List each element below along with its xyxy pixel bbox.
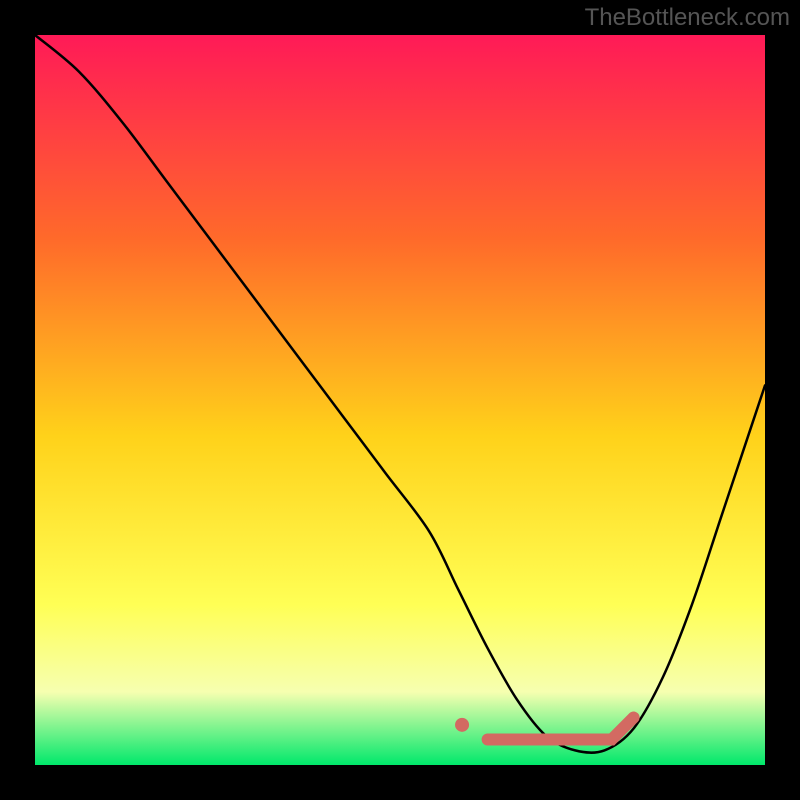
plot-area	[35, 35, 765, 765]
bottleneck-chart: TheBottleneck.com	[0, 0, 800, 800]
chart-svg	[0, 0, 800, 800]
current-point-marker	[455, 718, 469, 732]
watermark-text: TheBottleneck.com	[585, 4, 790, 32]
